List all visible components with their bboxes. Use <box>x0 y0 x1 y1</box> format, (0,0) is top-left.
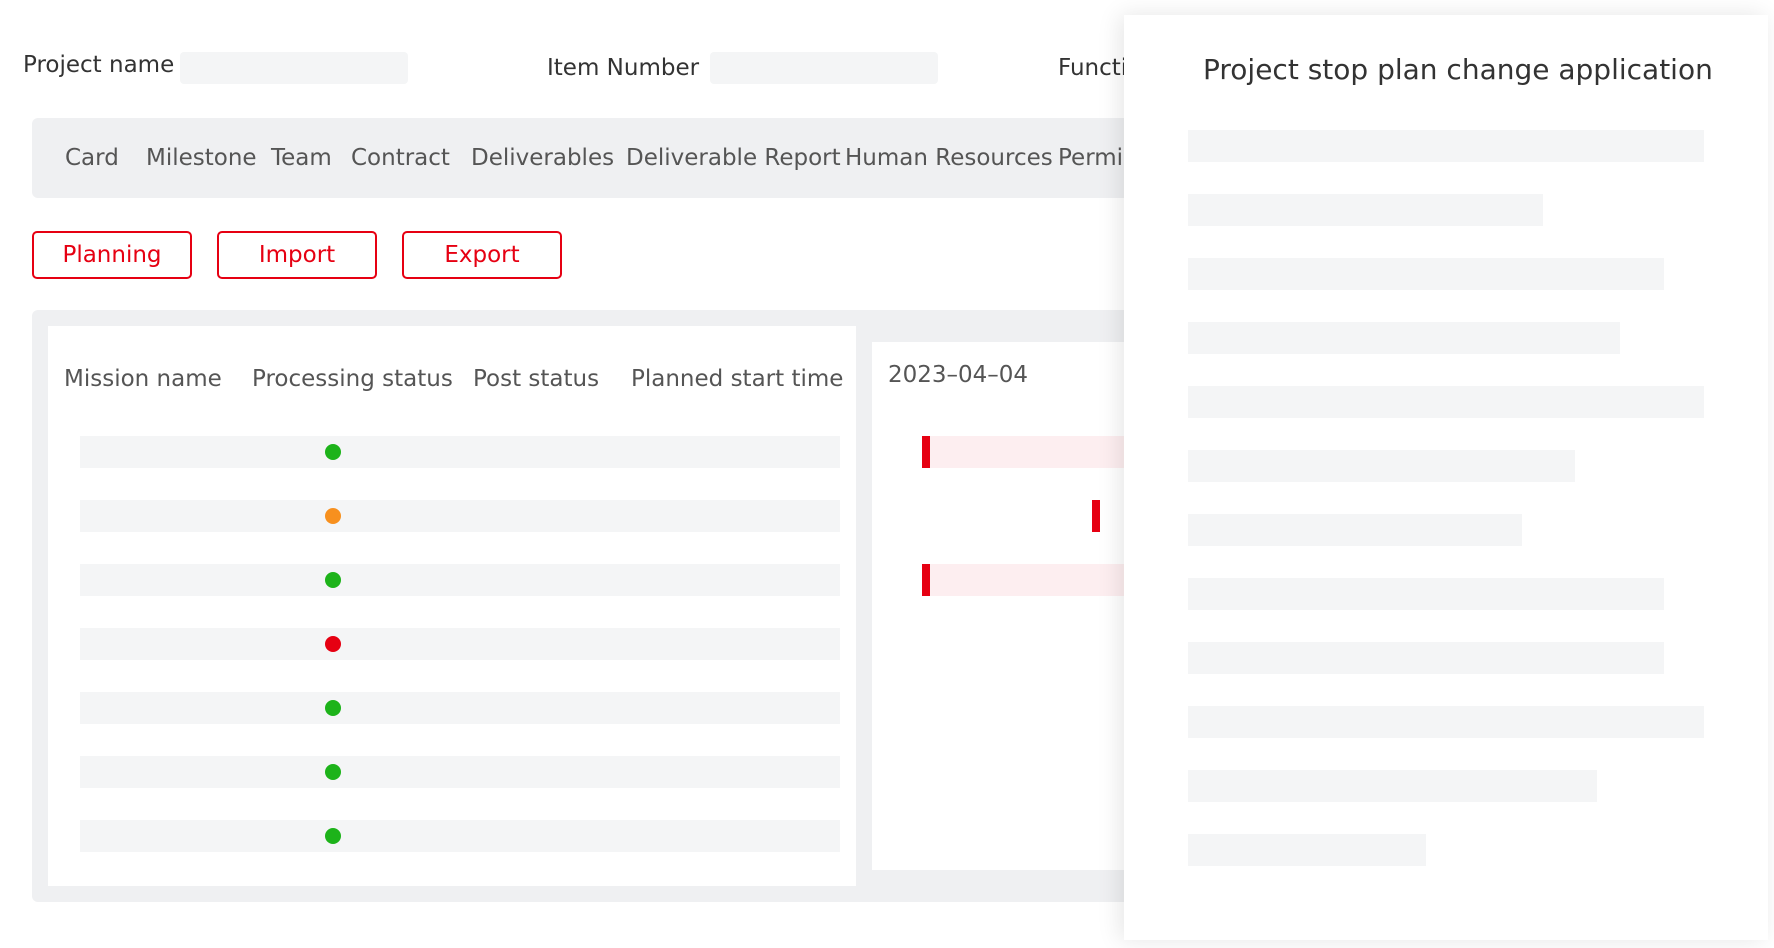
import-button[interactable]: Import <box>217 231 377 279</box>
tab-bar: Card Milestone Team Contract Deliverable… <box>32 118 1132 198</box>
column-header-mission-name[interactable]: Mission name <box>64 366 222 392</box>
drawer-title: Project stop plan change application <box>1203 53 1713 86</box>
form-field-placeholder[interactable] <box>1188 514 1522 546</box>
item-number-label: Item Number <box>547 55 700 81</box>
change-application-drawer: Project stop plan change application <box>1124 15 1768 940</box>
table-row[interactable] <box>80 756 840 788</box>
form-field-placeholder[interactable] <box>1188 258 1664 290</box>
main-panel: Mission name Processing status Post stat… <box>32 310 1132 902</box>
tab-card[interactable]: Card <box>65 118 119 198</box>
task-table: Mission name Processing status Post stat… <box>48 326 856 886</box>
tab-contract[interactable]: Contract <box>351 118 450 198</box>
form-field-placeholder[interactable] <box>1188 450 1575 482</box>
item-number-input[interactable] <box>710 52 938 84</box>
form-field-placeholder[interactable] <box>1188 834 1426 866</box>
form-field-placeholder[interactable] <box>1188 386 1704 418</box>
table-row[interactable] <box>80 436 840 468</box>
tab-permissions[interactable]: Permis <box>1058 118 1132 198</box>
column-header-processing-status[interactable]: Processing status <box>252 366 453 392</box>
table-row[interactable] <box>80 820 840 852</box>
form-field-placeholder[interactable] <box>1188 194 1543 226</box>
form-field-placeholder[interactable] <box>1188 770 1597 802</box>
status-dot <box>325 572 341 588</box>
status-dot <box>325 636 341 652</box>
project-name-label: Project name <box>23 52 175 78</box>
status-dot <box>325 444 341 460</box>
function-label: Functi <box>1058 55 1128 81</box>
planning-button[interactable]: Planning <box>32 231 192 279</box>
status-dot <box>325 764 341 780</box>
table-row[interactable] <box>80 692 840 724</box>
table-row[interactable] <box>80 628 840 660</box>
tab-milestone[interactable]: Milestone <box>146 118 257 198</box>
tab-deliverables[interactable]: Deliverables <box>471 118 614 198</box>
tab-team[interactable]: Team <box>271 118 332 198</box>
tab-human-resources[interactable]: Human Resources <box>845 118 1053 198</box>
gantt-date-header: 2023–04–04 <box>888 362 1029 388</box>
table-row[interactable] <box>80 564 840 596</box>
column-header-planned-start-time[interactable]: Planned start time <box>631 366 843 392</box>
form-field-placeholder[interactable] <box>1188 706 1704 738</box>
gantt-panel: 2023–04–04 <box>872 342 1132 870</box>
tab-deliverable-report[interactable]: Deliverable Report <box>626 118 841 198</box>
gantt-bar-marker[interactable] <box>922 436 930 468</box>
gantt-bar-track <box>922 436 1132 468</box>
gantt-bar-track <box>922 564 1132 596</box>
form-field-placeholder[interactable] <box>1188 642 1664 674</box>
form-field-placeholder[interactable] <box>1188 130 1704 162</box>
status-dot <box>325 828 341 844</box>
column-header-post-status[interactable]: Post status <box>473 366 599 392</box>
gantt-bar-marker[interactable] <box>1092 500 1100 532</box>
gantt-bar-marker[interactable] <box>922 564 930 596</box>
project-name-input[interactable] <box>180 52 408 84</box>
table-row[interactable] <box>80 500 840 532</box>
export-button[interactable]: Export <box>402 231 562 279</box>
status-dot <box>325 508 341 524</box>
form-field-placeholder[interactable] <box>1188 322 1620 354</box>
form-field-placeholder[interactable] <box>1188 578 1664 610</box>
status-dot <box>325 700 341 716</box>
